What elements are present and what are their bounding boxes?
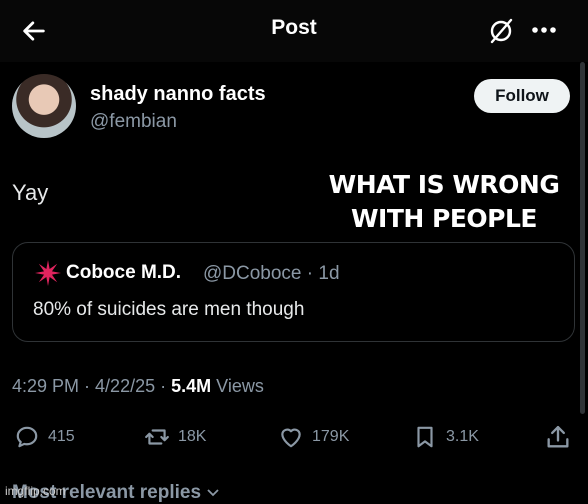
quote-author-handle: @DCoboce · 1d [203,263,340,284]
more-icon[interactable] [530,18,558,42]
post-date: 4/22/25 [95,376,156,396]
quote-handle-text: @DCoboce [203,263,302,284]
like-action[interactable]: 179K [278,424,349,450]
top-bar: Post [0,0,588,62]
tweet-text: Yay [12,180,49,205]
scrollbar[interactable] [580,62,585,414]
repost-icon [145,429,169,445]
meme-caption: WHAT IS WRONG WITH PEOPLE [328,170,560,233]
quote-text: 80% of suicides are men though [33,299,305,320]
quote-author-name: Coboce M.D. [66,262,182,283]
author-handle[interactable]: @fembian [90,111,177,133]
follow-button[interactable]: Follow [474,79,570,113]
like-icon [281,428,301,448]
quote-avatar-icon [35,260,61,286]
bookmark-count: 3.1K [446,428,479,445]
bookmark-action[interactable]: 3.1K [412,424,479,450]
reply-count: 415 [48,428,75,445]
quote-age: 1d [318,263,340,284]
reply-action[interactable]: 415 [14,424,75,450]
post-time: 4:29 PM [12,376,80,396]
repost-count: 18K [178,428,207,445]
quoted-tweet-card[interactable]: Coboce M.D. @DCoboce · 1d 80% of suicide… [12,242,575,342]
bookmark-icon [417,426,433,448]
views-count: 5.4M [171,376,212,396]
post-timestamp: 4:29 PM · 4/22/25 · 5.4M Views [12,376,264,396]
share-icon[interactable] [544,423,572,451]
views-label: Views [216,376,264,396]
author-avatar[interactable] [12,74,76,138]
repost-action[interactable]: 18K [144,424,206,450]
like-count: 179K [312,428,350,445]
grok-icon[interactable] [486,16,516,46]
author-display-name[interactable]: shady nanno facts [90,83,266,106]
chevron-down-icon [207,489,219,497]
watermark: imgflip.com [5,484,66,498]
reply-icon [16,426,38,448]
